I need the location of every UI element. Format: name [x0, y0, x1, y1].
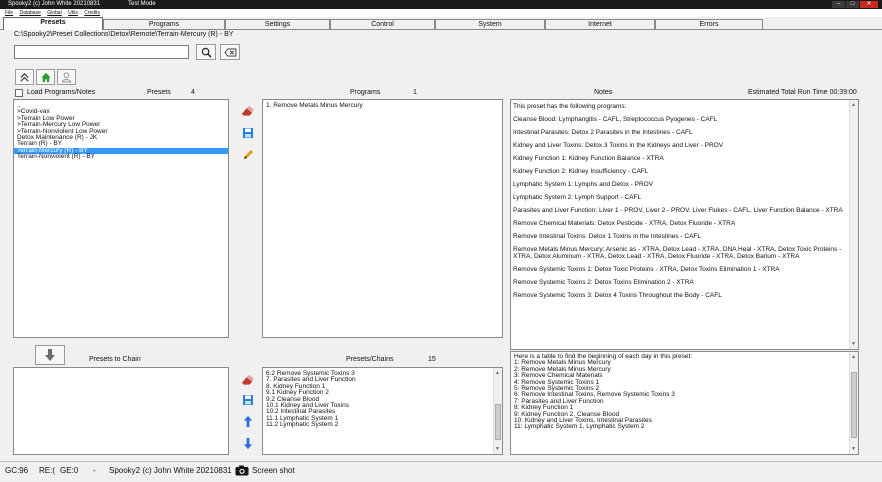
programs-count: 1: [413, 89, 417, 96]
notes-header: Notes: [594, 89, 613, 96]
chain-note-line: 11: Lymphatic System 1, Lymphatic System…: [514, 423, 645, 431]
search-button[interactable]: [196, 44, 216, 60]
screenshot-button[interactable]: Screen shot: [252, 462, 295, 479]
run-time: Estimated Total Run Time 00:39:00: [748, 89, 857, 96]
note-paragraph: Parasites and Liver Function: Liver 1 - …: [513, 207, 843, 214]
status-gc: GC:96: [5, 466, 29, 475]
title-bar: Spooky2 (c) John White 20210831 Test Mod…: [0, 0, 882, 9]
menu-file[interactable]: File: [5, 10, 13, 16]
note-paragraph: Kidney Function 1: Kidney Function Balan…: [513, 155, 664, 162]
chain-notes-panel[interactable]: Here is a table to find the beginning of…: [510, 351, 859, 455]
preset-path: C:\Spooky2\Preset Collections\Detox\Remo…: [14, 31, 234, 38]
tab-bar: Presets Programs Settings Control System…: [0, 17, 882, 30]
note-paragraph: Intestinal Parasites: Detox 2 Parasites …: [513, 129, 693, 136]
user-button[interactable]: [57, 69, 76, 85]
note-paragraph: Cleanse Blood: Lymphangitis - CAFL, Stre…: [513, 116, 718, 123]
status-dash: -: [93, 466, 96, 475]
save-preset-button[interactable]: [238, 125, 257, 141]
tab-programs[interactable]: Programs: [103, 19, 225, 29]
status-ge: GE:0: [60, 466, 79, 475]
eraser-icon: [241, 105, 254, 116]
chain-notes-scrollbar[interactable]: ▲ ▼: [849, 352, 858, 454]
minimize-button[interactable]: –: [832, 1, 845, 8]
presets-header: Presets: [147, 89, 171, 96]
preset-chains-count: 15: [428, 356, 436, 363]
tab-settings[interactable]: Settings: [225, 19, 330, 29]
tab-internet[interactable]: Internet: [545, 19, 655, 29]
presets-to-chain-label: Presets to Chain: [89, 356, 141, 363]
save-chain-button[interactable]: [238, 392, 257, 408]
save-icon: [242, 395, 253, 405]
note-paragraph: Remove Chemical Materials: Detox Pestici…: [513, 220, 736, 227]
close-button[interactable]: ✕: [860, 1, 878, 8]
menu-bar: File Database Global Utils Credits: [0, 9, 882, 17]
notes-panel[interactable]: This preset has the following programs: …: [510, 99, 859, 350]
note-paragraph: Kidney Function 2: Kidney Insufficiency …: [513, 168, 649, 175]
move-down-button[interactable]: [238, 435, 257, 451]
preset-chains-list[interactable]: 6.2 Remove Systemic Toxins 3 7. Parasite…: [262, 367, 503, 455]
add-to-chain-button[interactable]: [35, 345, 65, 365]
arrow-up-icon: [243, 415, 252, 427]
status-re: RE:(: [39, 466, 55, 475]
note-paragraph: Remove Metals Minus Mercury: Arsenic as …: [513, 246, 842, 260]
edit-preset-button[interactable]: [238, 147, 257, 163]
save-icon: [242, 128, 253, 138]
tab-errors[interactable]: Errors: [655, 19, 763, 29]
tab-system[interactable]: System: [435, 19, 545, 29]
chains-scrollbar[interactable]: ▲ ▼: [493, 368, 502, 454]
search-input[interactable]: [14, 45, 189, 59]
tab-control[interactable]: Control: [330, 19, 435, 29]
presets-list[interactable]: .. >Covid-vax >Terrain Low Power >Terrai…: [13, 99, 229, 338]
up-folder-button[interactable]: [15, 69, 34, 85]
note-paragraph: This preset has the following programs:: [513, 103, 627, 110]
pencil-icon: [243, 150, 253, 159]
backspace-icon: [224, 47, 236, 57]
tab-presets[interactable]: Presets: [3, 17, 103, 30]
camera-icon[interactable]: [235, 465, 249, 482]
menu-global[interactable]: Global: [47, 10, 61, 16]
load-programs-label: Load Programs/Notes: [27, 89, 96, 96]
presets-count: 4: [191, 89, 195, 96]
list-item[interactable]: Terrain-Nonviolent (R) - BY: [14, 153, 228, 160]
double-chevron-up-icon: [20, 72, 29, 82]
preset-chains-header: Presets/Chains: [346, 356, 394, 363]
user-icon: [61, 72, 72, 83]
note-paragraph: Lymphatic System 1: Lymphs and Detox - P…: [513, 181, 654, 188]
delete-chain-button[interactable]: [238, 372, 257, 388]
note-paragraph: Remove Systemic Toxins 3: Detox 4 Toxins…: [513, 292, 722, 299]
maximize-button[interactable]: □: [846, 1, 859, 8]
window-mode: Test Mode: [128, 1, 156, 7]
arrow-down-icon: [45, 349, 55, 361]
window-title: Spooky2 (c) John White 20210831: [8, 1, 101, 7]
clear-search-button[interactable]: [220, 44, 240, 60]
list-item[interactable]: 1. Remove Metals Minus Mercury: [263, 102, 502, 109]
list-item[interactable]: 11.2 Lymphatic System 2: [263, 421, 502, 428]
delete-preset-button[interactable]: [238, 103, 257, 119]
menu-database[interactable]: Database: [19, 10, 40, 16]
note-paragraph: Remove Systemic Toxins 2: Detox Toxins E…: [513, 279, 694, 286]
status-app: Spooky2 (c) John White 20210831: [109, 466, 232, 475]
search-icon: [201, 47, 212, 58]
programs-header: Programs: [350, 89, 381, 96]
home-icon: [40, 72, 51, 82]
note-paragraph: Remove Systemic Toxins 1: Detox Toxic Pr…: [513, 266, 780, 273]
arrow-down-icon: [243, 437, 252, 449]
note-paragraph: Kidney and Liver Toxins: Detox 3 Toxins …: [513, 142, 724, 149]
note-paragraph: Remove Intestinal Toxins: Detox 1 Toxins…: [513, 233, 701, 240]
presets-to-chain-list[interactable]: [13, 367, 229, 455]
home-button[interactable]: [36, 69, 55, 85]
move-up-button[interactable]: [238, 413, 257, 429]
menu-credits[interactable]: Credits: [84, 10, 100, 16]
status-bar: GC:96 RE:( GE:0 - Spooky2 (c) John White…: [0, 461, 882, 479]
eraser-icon: [241, 374, 254, 385]
load-checkbox[interactable]: [15, 89, 23, 99]
menu-utils[interactable]: Utils: [68, 10, 78, 16]
note-paragraph: Lymphatic System 2: Lymph Support - CAFL: [513, 194, 642, 201]
programs-list[interactable]: 1. Remove Metals Minus Mercury: [262, 99, 503, 338]
notes-scrollbar[interactable]: ▲ ▼: [849, 100, 858, 349]
